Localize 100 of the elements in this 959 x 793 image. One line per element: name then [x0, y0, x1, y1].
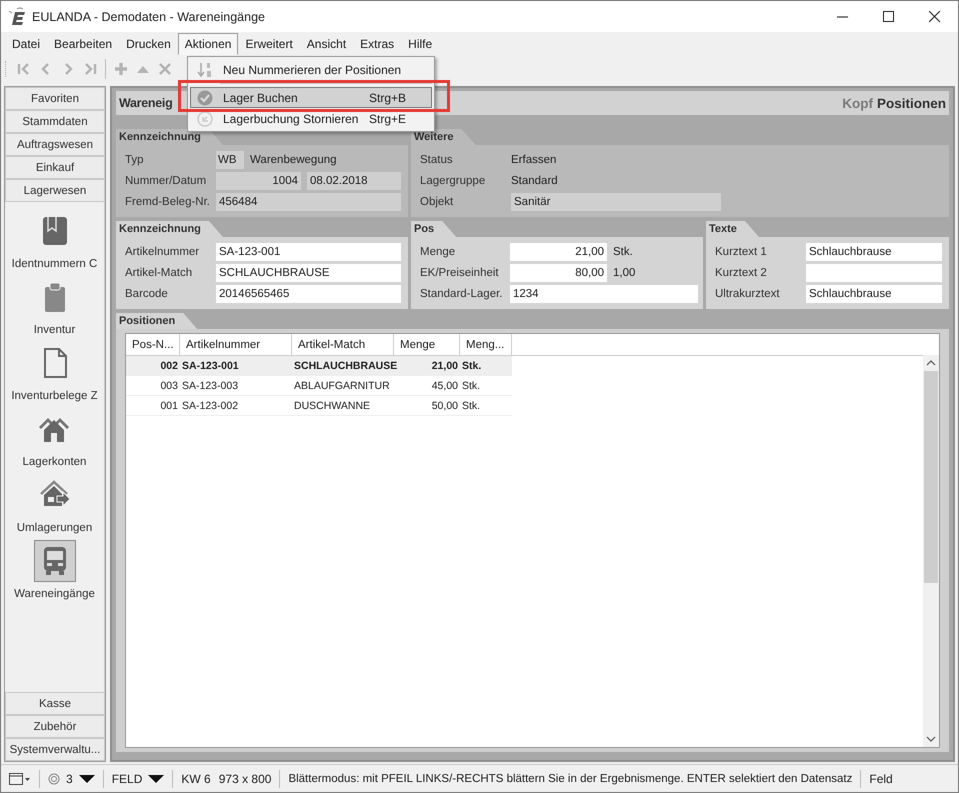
table-cell-text: 003 — [159, 378, 179, 394]
field-label: Nummer/Datum — [125, 174, 208, 186]
table-cell-text: 001 — [159, 398, 179, 414]
truck-icon[interactable] — [34, 540, 76, 582]
input-field[interactable]: 1004 — [216, 172, 301, 190]
table-cell-text: SA-123-003 — [181, 378, 240, 394]
field-label: Fremd-Beleg-Nr. — [125, 196, 211, 208]
input-field[interactable]: 21,00 — [510, 242, 607, 260]
maximize-icon[interactable] — [883, 10, 895, 22]
field-text: Stk. — [613, 246, 633, 258]
sort-icon — [197, 62, 213, 78]
category-button[interactable]: Lagerwesen — [5, 179, 105, 202]
field-text: Erfassen — [511, 154, 556, 166]
table-cell-text: SA-123-002 — [181, 398, 240, 414]
field-text: Warenbewegung — [250, 154, 337, 166]
mode-text: FELD — [112, 772, 142, 786]
category-button[interactable]: Stammdaten — [5, 110, 105, 133]
field-text: 1,00 — [613, 266, 636, 278]
category-button[interactable]: Favoriten — [5, 87, 105, 110]
column-header[interactable]: Artikelnummer — [180, 334, 292, 355]
field-label: Lagergruppe — [420, 174, 486, 186]
panel-title: Pos — [411, 221, 456, 237]
panel-title: Positionen — [116, 313, 198, 329]
module-label[interactable]: Identnummern C — [12, 258, 98, 270]
target-icon — [48, 772, 60, 784]
category-button[interactable]: Zubehör — [5, 715, 105, 738]
table-row[interactable]: 002 SA-123-001 SCHLAUCHBRAUSE 21,00 Stk. — [126, 356, 512, 376]
module-label[interactable]: Wareneingänge — [14, 588, 95, 600]
count-text: 3 — [66, 772, 73, 786]
close-icon[interactable] — [929, 10, 941, 22]
module-label[interactable]: Inventurbelege Z — [11, 390, 98, 402]
table-row[interactable]: 003 SA-123-003 ABLAUFGARNITUR 45,00 Stk. — [126, 376, 512, 396]
menu-item[interactable]: Ansicht — [300, 33, 354, 55]
check-icon — [197, 90, 213, 106]
menu-item[interactable]: Bearbeiten — [47, 33, 120, 55]
table-cell-text: 50,00 — [430, 398, 459, 414]
category-button[interactable]: Kasse — [5, 692, 105, 715]
panel-title: Texte — [706, 221, 759, 237]
menu-entry[interactable]: Lagerbuchung Stornieren Strg+E — [190, 108, 432, 129]
menu-item[interactable]: Erweitert — [238, 33, 300, 55]
undo-icon — [197, 110, 213, 126]
table-cell-text: ABLAUFGARNITUR — [293, 378, 391, 394]
status-message: Blättermodus: mit PFEIL LINKS/-RECHTS blättern Sie in der Ergebnismenge. ENTER selektiert den Datensatz — [280, 770, 862, 788]
caret-icon[interactable] — [78, 774, 95, 784]
menu-item[interactable]: Drucken — [119, 33, 178, 55]
field-label: Kurztext 2 — [715, 266, 768, 278]
input-field[interactable]: 456484 — [216, 192, 401, 210]
module-label[interactable]: Inventur — [34, 324, 76, 336]
input-field[interactable]: SCHLAUCHBRAUSE — [216, 264, 401, 282]
field-label: Artikel-Match — [125, 266, 194, 278]
panel-title: Kennzeichnung — [116, 221, 223, 237]
input-field[interactable]: 20146565465 — [216, 284, 401, 302]
category-button[interactable]: Einkauf — [5, 156, 105, 179]
input-field[interactable]: Schlauchbrause — [806, 284, 942, 302]
menu-item[interactable]: Datei — [5, 33, 48, 55]
menu-item[interactable]: Aktionen — [178, 33, 238, 55]
week-text: KW 6 — [181, 772, 211, 786]
field-label: EK/Preiseinheit — [420, 266, 500, 278]
input-field[interactable]: Sanitär — [511, 192, 721, 210]
menu-item[interactable]: Hilfe — [401, 33, 440, 55]
column-header[interactable]: Meng... — [460, 334, 512, 355]
table-cell-text: Stk. — [461, 398, 482, 414]
input-field[interactable]: 08.02.2018 — [307, 172, 401, 190]
table-cell-text: 002 — [159, 358, 179, 374]
module-label[interactable]: Umlagerungen — [16, 522, 92, 534]
module-label[interactable]: Lagerkonten — [22, 456, 86, 468]
table-cell-text: SA-123-001 — [181, 358, 240, 374]
size-text: 973 x 800 — [218, 772, 272, 786]
table-cell-text: 45,00 — [430, 378, 459, 394]
field-label: Status — [420, 154, 454, 166]
window-icon[interactable] — [9, 772, 31, 784]
input-field[interactable]: 1234 — [510, 284, 698, 302]
field-label: Barcode — [125, 288, 169, 300]
table-cell-text: Stk. — [461, 358, 482, 374]
input-field[interactable]: WB — [216, 150, 244, 168]
category-button[interactable]: Systemverwaltu... — [5, 738, 105, 761]
scrollbar[interactable] — [923, 355, 939, 747]
input-field[interactable] — [806, 264, 942, 282]
input-field[interactable]: Schlauchbrause — [806, 242, 942, 260]
menu-item[interactable]: Extras — [353, 33, 402, 55]
input-field[interactable]: SA-123-001 — [216, 242, 401, 260]
logo-icon — [8, 6, 28, 26]
field-label: Menge — [420, 246, 456, 258]
column-header[interactable]: Artikel-Match — [292, 334, 394, 355]
column-header[interactable]: Menge — [394, 334, 460, 355]
column-header[interactable]: Pos-N... — [126, 334, 180, 355]
field-label: Standard-Lager. — [420, 288, 504, 300]
field-label: Objekt — [420, 196, 454, 208]
menu-entry[interactable]: Lager Buchen Strg+B — [190, 87, 432, 108]
caret-icon[interactable] — [148, 774, 164, 784]
field-label: Typ — [125, 154, 145, 166]
category-button[interactable]: Auftragswesen — [5, 133, 105, 156]
page-title: Wareneig — [119, 96, 172, 110]
table-cell-text: 21,00 — [430, 358, 459, 374]
table-row[interactable]: 001 SA-123-002 DUSCHWANNE 50,00 Stk. — [126, 396, 512, 416]
menu-entry[interactable]: Neu Nummerieren der Positionen — [190, 59, 432, 80]
view-tab[interactable]: Positionen — [876, 96, 946, 110]
status-field: Feld — [861, 770, 901, 788]
input-field[interactable]: 80,00 — [510, 264, 607, 282]
field-label: Ultrakurztext — [715, 288, 781, 300]
